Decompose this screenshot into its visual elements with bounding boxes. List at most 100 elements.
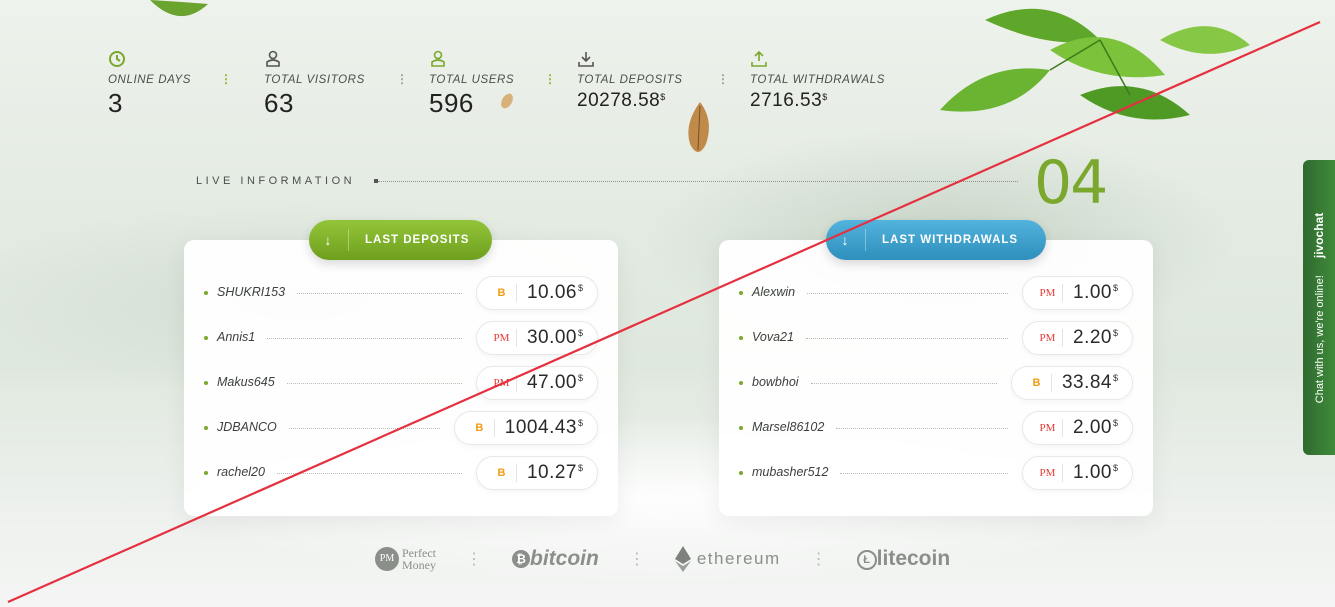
amount-pill: PM 47.00 $ [475,366,598,400]
stat-label: TOTAL WITHDRAWALS [750,74,886,86]
clock-icon [109,51,125,67]
ethereum-logo[interactable]: ethereum [674,546,781,572]
section-number: 04 [1034,148,1108,218]
currency-symbol: $ [577,328,583,338]
perfect-money-icon: PM [1033,419,1063,437]
amount-pill: B 1004.43 $ [453,411,598,445]
last-withdrawals-button[interactable]: ↓ LAST WITHDRAWALS [826,220,1046,260]
list-item: SHUKRI153 B 10.06 $ [184,276,618,310]
perfect-money-icon: PM [487,329,517,347]
bullet-icon [739,381,743,385]
divider-line [378,181,1018,182]
stat-separator: ⋮ [220,72,232,86]
amount-pill: B 10.27 $ [475,456,598,490]
stat-label: TOTAL VISITORS [264,74,365,86]
stat-label: TOTAL USERS [429,74,515,86]
user-name: rachel20 [217,465,265,479]
amount-pill: PM 1.00 $ [1022,276,1133,310]
logo-separator: ⋮ [466,551,482,568]
currency-symbol: $ [1112,373,1118,383]
amount-value: 10.06 [526,282,577,303]
list-item: rachel20 B 10.27 $ [184,456,618,490]
arrow-down-icon: ↓ [826,229,866,251]
stat-value: 63 [264,88,294,118]
user-name: Makus645 [217,375,275,389]
jivochat-tab[interactable]: Chat with us, we're online! jivochat [1303,160,1335,455]
perfect-money-icon: PM [375,547,399,571]
stat-online-days: ONLINE DAYS 3 [108,50,220,119]
currency-symbol: $ [1112,283,1118,293]
leaf-decoration-icon [150,0,208,17]
payment-logos: PM Perfect Money ⋮ ₿ bitcoin ⋮ ethereum ⋮… [375,546,950,572]
bitcoin-icon: B [487,284,517,302]
user-name: Annis1 [217,330,256,344]
stat-label: ONLINE DAYS [108,74,192,86]
user-name: Vova21 [752,330,794,344]
list-item: Vova21 PM 2.20 $ [719,321,1153,355]
last-deposits-panel: SHUKRI153 B 10.06 $ Annis1 PM 30.00 $ Makus645 PM… [184,240,618,516]
amount-value: 30.00 [526,327,577,348]
perfect-money-logo[interactable]: PM Perfect Money [375,547,436,571]
amount-pill: PM 2.00 $ [1022,411,1133,445]
dotted-leader [836,428,1008,429]
bullet-icon [204,381,208,385]
currency-symbol: $ [577,463,583,473]
button-label: LAST DEPOSITS [365,234,470,246]
logo-separator: ⋮ [628,551,645,568]
chat-brand: jivochat [1312,212,1326,258]
user-name: Marsel86102 [752,420,825,434]
list-item: Marsel86102 PM 2.00 $ [719,411,1153,445]
ethereum-icon [674,546,691,572]
amount-value: 10.27 [526,462,577,483]
upload-icon [751,50,767,67]
user-name: Alexwin [752,285,796,299]
dotted-leader [807,293,1008,294]
bullet-icon [204,471,208,475]
bitcoin-icon: B [487,464,517,482]
dotted-leader [806,338,1008,339]
stat-separator: ⋮ [544,72,556,86]
currency-symbol: $ [1112,328,1118,338]
dotted-leader [811,383,997,384]
last-withdrawals-panel: Alexwin PM 1.00 $ Vova21 PM 2.20 $ bowbhoi B 33.84… [719,240,1153,516]
perfect-money-icon: PM [1033,284,1063,302]
stat-separator: ⋮ [717,72,729,86]
list-item: JDBANCO B 1004.43 $ [184,411,618,445]
bullet-icon [739,426,743,430]
bitcoin-icon: B [465,419,495,437]
logo-text: ethereum [696,549,781,568]
perfect-money-icon: PM [1033,464,1063,482]
currency-symbol: $ [577,418,583,428]
logo-text: litecoin [876,547,951,570]
bitcoin-logo[interactable]: ₿ bitcoin [512,547,599,571]
amount-pill: PM 30.00 $ [475,321,598,355]
perfect-money-icon: PM [1033,329,1063,347]
last-deposits-button[interactable]: ↓ LAST DEPOSITS [309,220,492,260]
stats-bar: ONLINE DAYS 3 ⋮ TOTAL VISITORS 63 ⋮ TOTA… [108,50,910,119]
live-information-heading: LIVE INFORMATION [196,175,356,187]
amount-value: 33.84 [1061,372,1112,393]
currency-symbol: $ [1112,463,1118,473]
chat-text: Chat with us, we're online! [1314,274,1326,403]
amount-value: 2.20 [1073,327,1112,348]
stat-separator: ⋮ [396,72,408,86]
currency-symbol: $ [577,283,583,293]
leaves-decoration-icon [940,8,1250,120]
litecoin-logo[interactable]: Łlitecoin [856,547,951,571]
list-item: bowbhoi B 33.84 $ [719,366,1153,400]
list-item: mubasher512 PM 1.00 $ [719,456,1153,490]
dotted-leader [267,338,462,339]
amount-value: 1004.43 [504,417,577,438]
bullet-icon [204,336,208,340]
user-name: JDBANCO [217,420,277,434]
amount-value: 1.00 [1073,462,1112,483]
user-icon [266,50,280,67]
amount-pill: PM 2.20 $ [1022,321,1133,355]
currency-symbol: $ [1112,418,1118,428]
arrow-down-icon: ↓ [309,229,349,251]
bullet-icon [204,291,208,295]
chat-tab-text: Chat with us, we're online! jivochat [1312,212,1326,402]
logo-text: bitcoin [530,547,599,570]
logo-text: Money [402,558,436,572]
bullet-icon [739,471,743,475]
